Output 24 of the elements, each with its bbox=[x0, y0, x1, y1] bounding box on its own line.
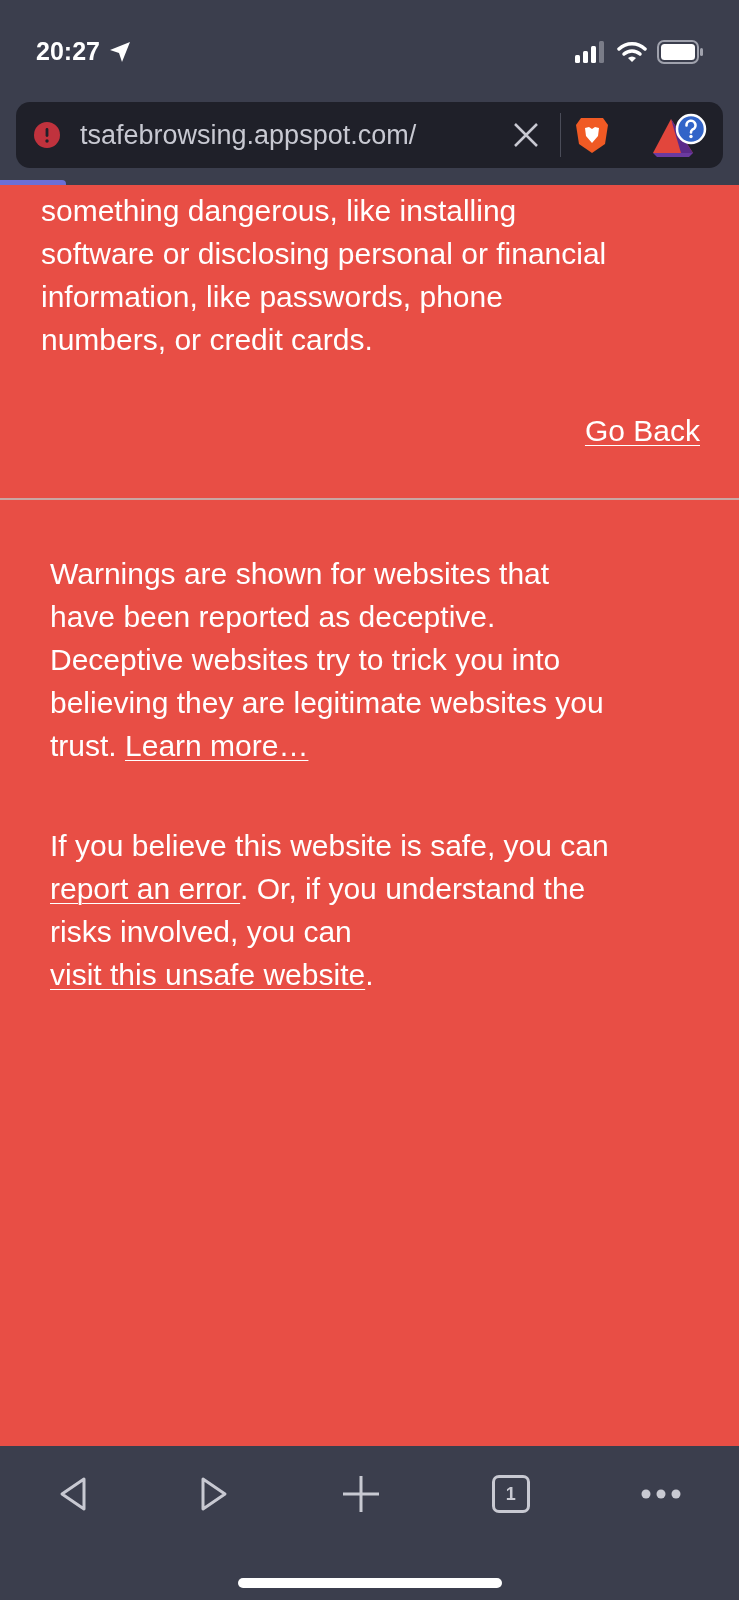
more-button[interactable] bbox=[641, 1489, 681, 1499]
url-text: tsafebrowsing.appspot.com/ bbox=[80, 118, 417, 152]
battery-icon bbox=[657, 40, 703, 64]
lion-shield-icon[interactable] bbox=[575, 116, 609, 154]
details-paragraph: Warnings are shown for websites that have been reported as deceptive. Deceptive websites try to trick you into believing they are legitimate websites you trust. Learn more… bbox=[50, 556, 605, 764]
back-button[interactable] bbox=[58, 1476, 88, 1512]
clock-time: 20:27 bbox=[36, 36, 100, 68]
go-back-link[interactable]: Go Back bbox=[584, 409, 700, 452]
link[interactable]: visit this unsafe website bbox=[50, 958, 366, 991]
new-tab-button[interactable] bbox=[340, 1474, 381, 1514]
address-bar[interactable]: tsafebrowsing.appspot.com/ bbox=[16, 102, 723, 168]
link[interactable]: Learn more… bbox=[125, 729, 309, 762]
details-paragraph: If you believe this website is safe, you can report an error. Or, if you understand the risks involved, you can visit this unsafe website. bbox=[50, 828, 610, 993]
triangle-badge-icon[interactable] bbox=[651, 113, 709, 157]
link[interactable]: report an error bbox=[50, 872, 241, 905]
plus-icon bbox=[340, 1474, 381, 1514]
tabs-button[interactable]: 1 bbox=[491, 1475, 530, 1513]
signal-icon bbox=[575, 41, 607, 63]
wifi-icon bbox=[617, 41, 647, 63]
more-icon bbox=[641, 1489, 681, 1499]
close-icon bbox=[513, 122, 539, 148]
back-icon bbox=[58, 1476, 88, 1512]
warning-icon bbox=[34, 122, 60, 148]
warning-text: something dangerous, like installing software or disclosing personal or financial information, like passwords, phone numbers, or credit cards. bbox=[41, 193, 608, 358]
